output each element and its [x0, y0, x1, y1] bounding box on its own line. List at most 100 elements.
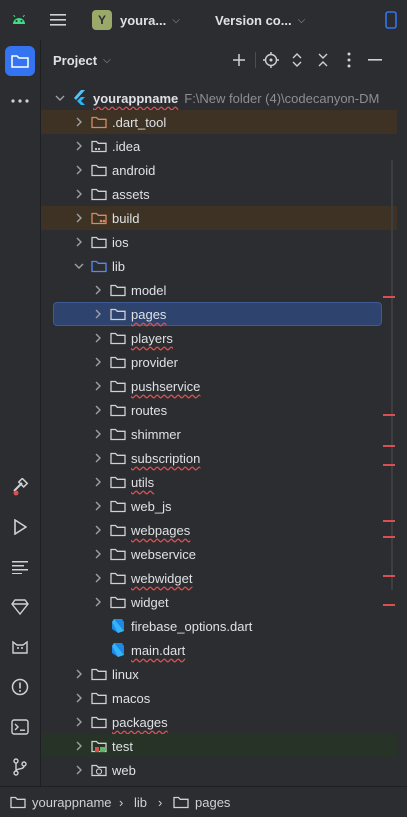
folder-icon — [90, 666, 108, 682]
chevron-right-icon[interactable] — [91, 357, 105, 367]
tree-item-provider[interactable]: provider — [41, 350, 397, 374]
diamond-icon[interactable] — [0, 592, 40, 622]
breadcrumb-item[interactable]: yourappname — [10, 787, 112, 817]
project-selector[interactable]: Y youra... ⌵ — [92, 8, 180, 32]
chevron-right-icon[interactable] — [72, 765, 86, 775]
folder-icon — [109, 426, 127, 442]
error-marker[interactable] — [383, 445, 395, 447]
error-marker[interactable] — [383, 414, 395, 416]
chevron-right-icon[interactable] — [91, 453, 105, 463]
chevron-right-icon[interactable] — [72, 189, 86, 199]
chevron-right-icon[interactable] — [91, 429, 105, 439]
tree-item-label: build — [112, 210, 140, 226]
chevron-right-icon[interactable] — [91, 333, 105, 343]
scrollbar[interactable] — [391, 160, 393, 590]
tree-item-webwidget[interactable]: webwidget — [41, 566, 397, 590]
list-lines-icon[interactable] — [0, 552, 40, 582]
chevron-right-icon[interactable] — [72, 141, 86, 151]
tree-item-pages[interactable]: pages — [53, 302, 382, 326]
web-folder-icon — [90, 762, 108, 778]
tree-item-yourappname[interactable]: yourappname F:\New folder (4)\codecanyon-… — [41, 86, 397, 110]
tree-item-webservice[interactable]: webservice — [41, 542, 397, 566]
tree-item-pushservice[interactable]: pushservice — [41, 374, 397, 398]
excluded-folder-icon — [90, 210, 108, 226]
kebab-icon[interactable] — [339, 50, 359, 70]
project-badge: Y — [92, 10, 112, 30]
tree-item-widget[interactable]: widget — [41, 590, 397, 614]
chevron-right-icon[interactable] — [72, 213, 86, 223]
chevron-down-icon: ⌵ — [103, 54, 111, 66]
breadcrumb-item[interactable]: pages — [173, 787, 230, 817]
chevron-right-icon[interactable] — [72, 237, 86, 247]
tree-item-dart-tool[interactable]: .dart_tool — [41, 110, 397, 134]
chevron-right-icon[interactable] — [72, 669, 86, 679]
tree-item-packages[interactable]: packages — [41, 710, 397, 734]
cat-icon[interactable] — [0, 632, 40, 662]
tree-item-shimmer[interactable]: shimmer — [41, 422, 397, 446]
collapse-icon[interactable] — [313, 50, 333, 70]
chevron-right-icon[interactable] — [91, 309, 105, 319]
vcs-selector[interactable]: Version co... ⌵ — [215, 8, 305, 32]
more-horizontal-icon[interactable] — [0, 86, 40, 116]
chevron-right-icon[interactable] — [72, 117, 86, 127]
chevron-right-icon[interactable] — [72, 165, 86, 175]
play-icon[interactable] — [0, 512, 40, 542]
error-marker[interactable] — [383, 296, 395, 298]
tree-item-routes[interactable]: routes — [41, 398, 397, 422]
breadcrumb-item[interactable]: lib — [134, 787, 147, 817]
tree-item-linux[interactable]: linux — [41, 662, 397, 686]
tree-item-utils[interactable]: utils — [41, 470, 397, 494]
chevron-down-icon[interactable] — [53, 95, 67, 101]
minimize-icon[interactable] — [365, 50, 385, 70]
tree-item-lib[interactable]: lib — [41, 254, 397, 278]
tree-item-subscription[interactable]: subscription — [41, 446, 397, 470]
tree-item-firebase-options-dart[interactable]: firebase_options.dart — [41, 614, 397, 638]
error-marker[interactable] — [383, 464, 395, 466]
tree-item-macos[interactable]: macos — [41, 686, 397, 710]
tree-item-model[interactable]: model — [41, 278, 397, 302]
chevron-right-icon[interactable] — [91, 285, 105, 295]
chevron-right-icon[interactable] — [91, 477, 105, 487]
hammer-icon[interactable] — [0, 472, 40, 502]
alert-circle-icon[interactable] — [0, 672, 40, 702]
view-selector[interactable]: Project ⌵ — [53, 50, 111, 70]
chevron-right-icon[interactable] — [91, 573, 105, 583]
device-frame-icon[interactable] — [385, 10, 401, 30]
error-marker[interactable] — [383, 520, 395, 522]
config-folder-icon — [90, 138, 108, 154]
chevron-right-icon[interactable] — [91, 501, 105, 511]
expand-icon[interactable] — [287, 50, 307, 70]
chevron-right-icon[interactable] — [72, 741, 86, 751]
target-icon[interactable] — [261, 50, 281, 70]
hamburger-menu-icon[interactable] — [50, 10, 70, 30]
error-marker[interactable] — [383, 604, 395, 606]
tree-item-test[interactable]: test — [41, 734, 397, 758]
chevron-right-icon[interactable] — [91, 549, 105, 559]
chevron-right-icon[interactable] — [91, 597, 105, 607]
error-marker[interactable] — [383, 536, 395, 538]
tree-item-build[interactable]: build — [41, 206, 397, 230]
tree-item-web[interactable]: web — [41, 758, 397, 782]
chevron-right-icon[interactable] — [91, 525, 105, 535]
tree-item-assets[interactable]: assets — [41, 182, 397, 206]
tree-item-web-js[interactable]: web_js — [41, 494, 397, 518]
tree-item-main-dart[interactable]: main.dart — [41, 638, 397, 662]
tree-item-ios[interactable]: ios — [41, 230, 397, 254]
error-marker[interactable] — [383, 575, 395, 577]
terminal-icon[interactable] — [0, 712, 40, 742]
chevron-right-icon[interactable] — [72, 693, 86, 703]
tree-item-idea[interactable]: .idea — [41, 134, 397, 158]
tree-item-label: test — [112, 738, 133, 754]
chevron-right-icon[interactable] — [91, 405, 105, 415]
chevron-right-icon[interactable] — [72, 717, 86, 727]
chevron-right-icon[interactable] — [91, 381, 105, 391]
git-branch-icon[interactable] — [0, 752, 40, 782]
plus-icon[interactable] — [229, 50, 249, 70]
tree-item-players[interactable]: players — [41, 326, 397, 350]
folder-icon — [90, 162, 108, 178]
tree-item-android[interactable]: android — [41, 158, 397, 182]
tree-item-webpages[interactable]: webpages — [41, 518, 397, 542]
chevron-down-icon[interactable] — [72, 263, 86, 269]
flutter-icon — [71, 90, 89, 106]
folder-icon[interactable] — [0, 46, 40, 76]
